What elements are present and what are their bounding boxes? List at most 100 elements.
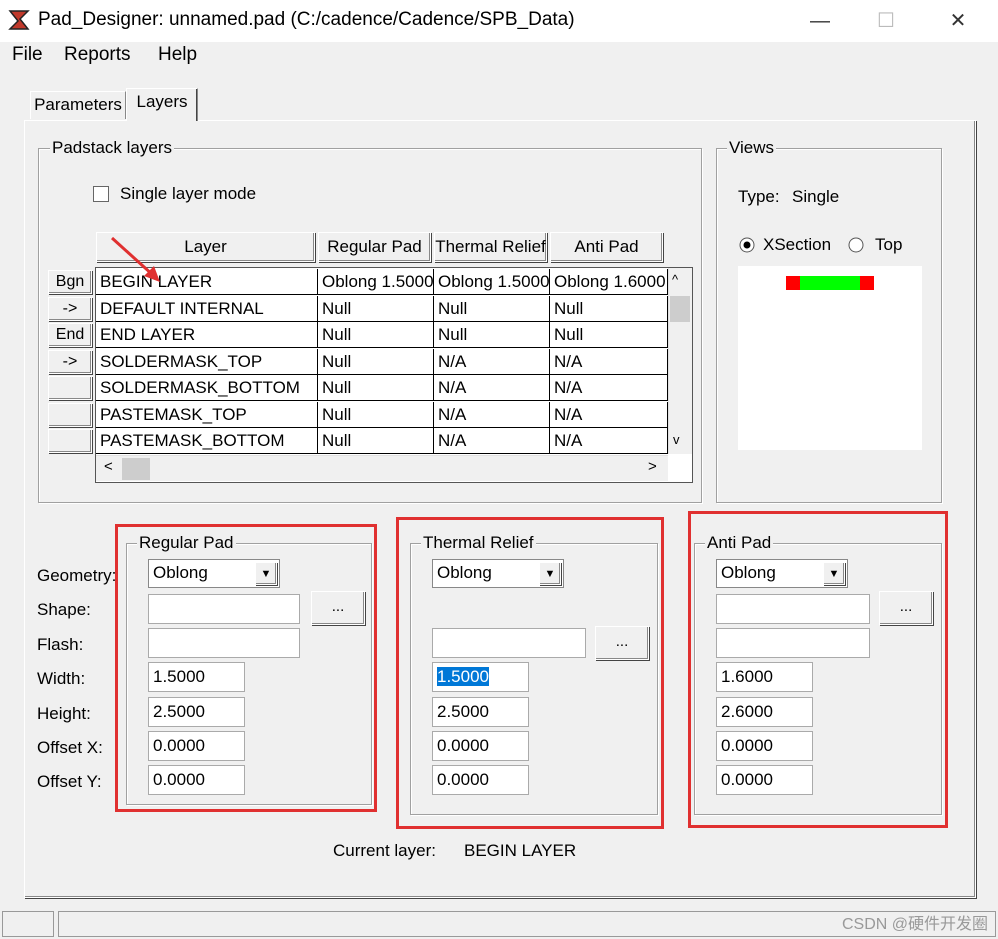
horizontal-scrollbar[interactable] [96, 455, 668, 481]
menu-file[interactable]: File [12, 44, 43, 66]
thermal-relief-geometry-select[interactable]: Oblong ▼ [432, 559, 564, 588]
regular-pad-shape-field[interactable] [148, 594, 300, 624]
table-cell[interactable]: N/A [434, 349, 550, 375]
anti-pad-shape-field[interactable] [716, 594, 870, 624]
preview-pad-middle [800, 276, 860, 290]
table-cell[interactable]: Null [318, 375, 434, 401]
thermal-relief-flash-browse-button[interactable]: ... [595, 626, 649, 660]
table-cell[interactable]: N/A [434, 375, 550, 401]
table-cell[interactable]: Null [550, 296, 668, 322]
table-cell[interactable]: N/A [550, 375, 668, 401]
row-button[interactable] [48, 403, 92, 427]
anti-pad-geometry-select[interactable]: Oblong ▼ [716, 559, 848, 588]
table-cell[interactable]: Null [318, 296, 434, 322]
scroll-left-icon[interactable]: < [104, 458, 113, 475]
table-cell[interactable]: Null [434, 296, 550, 322]
table-cell[interactable]: N/A [550, 428, 668, 454]
table-cell[interactable]: SOLDERMASK_TOP [96, 349, 318, 375]
table-cell[interactable]: Null [318, 402, 434, 428]
table-cell[interactable]: Oblong 1.5000 [318, 269, 434, 295]
table-cell[interactable]: DEFAULT INTERNAL [96, 296, 318, 322]
table-cell[interactable]: Oblong 1.5000 [434, 269, 550, 295]
table-cell[interactable]: PASTEMASK_BOTTOM [96, 428, 318, 454]
scroll-down-icon[interactable]: v [673, 432, 680, 447]
horizontal-scroll-thumb[interactable] [122, 458, 150, 480]
status-bar-cell [2, 911, 54, 937]
thermal-relief-offset-x-field[interactable]: 0.0000 [432, 731, 529, 761]
regular-pad-geometry-select[interactable]: Oblong ▼ [148, 559, 280, 588]
menu-bar [0, 42, 998, 70]
table-cell[interactable]: N/A [434, 402, 550, 428]
row-button-bgn[interactable]: Bgn [48, 270, 92, 294]
anti-pad-width-field[interactable]: 1.6000 [716, 662, 813, 692]
anti-pad-shape-browse-button[interactable]: ... [879, 591, 933, 625]
table-cell[interactable]: END LAYER [96, 322, 318, 348]
scroll-right-icon[interactable]: > [648, 458, 657, 475]
preview-pad-left [786, 276, 800, 290]
tab-layers[interactable]: Layers [126, 88, 198, 121]
single-layer-mode-label: Single layer mode [120, 184, 257, 203]
table-cell[interactable]: Oblong 1.6000 [550, 269, 668, 295]
table-cell[interactable]: SOLDERMASK_BOTTOM [96, 375, 318, 401]
close-button[interactable]: ✕ [938, 6, 978, 36]
menu-reports[interactable]: Reports [64, 44, 131, 66]
offset-y-label: Offset Y: [37, 772, 102, 791]
watermark: CSDN @硬件开发圈 [841, 916, 988, 933]
selected-text: 1.5000 [437, 667, 489, 686]
offset-x-label: Offset X: [37, 738, 103, 757]
table-cell[interactable]: Null [318, 428, 434, 454]
top-radio[interactable] [847, 236, 865, 254]
column-header-anti-pad[interactable]: Anti Pad [550, 232, 663, 262]
preview-pad-right [860, 276, 874, 290]
row-button-arrow[interactable]: -> [48, 297, 92, 321]
table-cell[interactable]: N/A [550, 402, 668, 428]
column-header-thermal-relief[interactable]: Thermal Relief [434, 232, 547, 262]
current-layer-value: BEGIN LAYER [464, 841, 577, 860]
maximize-button[interactable]: ☐ [866, 6, 906, 36]
height-label: Height: [37, 704, 91, 723]
flash-label: Flash: [37, 635, 84, 654]
tab-parameters[interactable]: Parameters [30, 91, 126, 119]
regular-pad-offset-x-field[interactable]: 0.0000 [148, 731, 245, 761]
anti-pad-offset-x-field[interactable]: 0.0000 [716, 731, 813, 761]
type-label: Type: [738, 187, 780, 206]
chevron-down-icon[interactable]: ▼ [255, 562, 277, 585]
row-button-arrow[interactable]: -> [48, 350, 92, 374]
table-cell[interactable]: N/A [434, 428, 550, 454]
table-cell[interactable]: Null [434, 322, 550, 348]
type-value: Single [792, 187, 840, 206]
regular-pad-width-field[interactable]: 1.5000 [148, 662, 245, 692]
chevron-down-icon[interactable]: ▼ [823, 562, 845, 585]
table-cell[interactable]: N/A [550, 349, 668, 375]
regular-pad-label: Regular Pad [137, 533, 236, 553]
table-cell[interactable]: PASTEMASK_TOP [96, 402, 318, 428]
views-label: Views [727, 138, 777, 158]
table-cell[interactable]: Null [550, 322, 668, 348]
anti-pad-flash-field[interactable] [716, 628, 870, 658]
menu-help[interactable]: Help [158, 44, 197, 66]
single-layer-mode-checkbox[interactable] [93, 186, 109, 202]
anti-pad-height-field[interactable]: 2.6000 [716, 697, 813, 727]
column-header-regular-pad[interactable]: Regular Pad [318, 232, 431, 262]
regular-pad-offset-y-field[interactable]: 0.0000 [148, 765, 245, 795]
regular-pad-flash-field[interactable] [148, 628, 300, 658]
regular-pad-shape-browse-button[interactable]: ... [311, 591, 365, 625]
xsection-radio[interactable] [738, 236, 756, 254]
chevron-down-icon[interactable]: ▼ [539, 562, 561, 585]
table-cell[interactable]: Null [318, 322, 434, 348]
thermal-relief-flash-field[interactable] [432, 628, 586, 658]
table-cell[interactable]: Null [318, 349, 434, 375]
anti-pad-offset-y-field[interactable]: 0.0000 [716, 765, 813, 795]
row-button[interactable] [48, 376, 92, 400]
padstack-layers-label: Padstack layers [50, 138, 174, 158]
scroll-up-icon[interactable]: ^ [672, 272, 678, 287]
shape-label: Shape: [37, 600, 91, 619]
vertical-scroll-thumb[interactable] [670, 296, 690, 322]
row-button[interactable] [48, 429, 92, 453]
thermal-relief-offset-y-field[interactable]: 0.0000 [432, 765, 529, 795]
thermal-relief-height-field[interactable]: 2.5000 [432, 697, 529, 727]
thermal-relief-width-field[interactable]: 1.5000 [432, 662, 529, 692]
row-button-end[interactable]: End [48, 323, 92, 347]
regular-pad-height-field[interactable]: 2.5000 [148, 697, 245, 727]
minimize-button[interactable]: — [800, 6, 840, 36]
